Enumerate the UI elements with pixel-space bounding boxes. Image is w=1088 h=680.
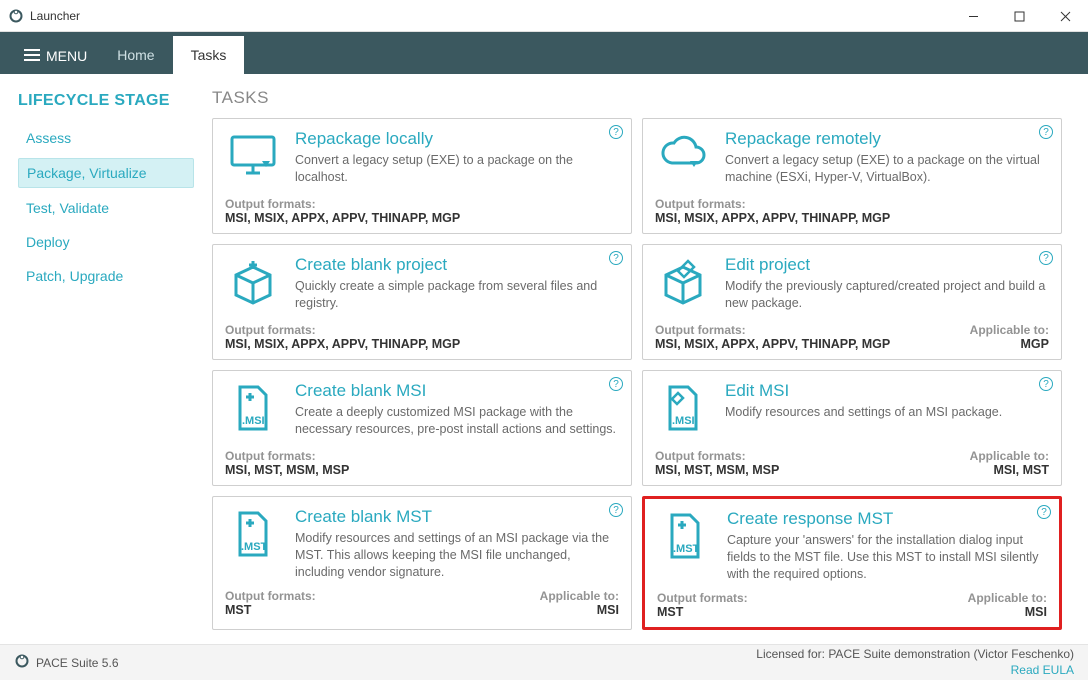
sidebar-item-patch-upgrade[interactable]: Patch, Upgrade [18, 262, 194, 290]
applicable-to-value: MSI [968, 605, 1047, 619]
applicable-to-value: MGP [970, 337, 1049, 351]
output-formats-label: Output formats: [225, 449, 349, 463]
help-icon[interactable]: ? [1039, 125, 1053, 139]
applicable-to-label: Applicable to: [970, 323, 1049, 337]
svg-text:.MSI: .MSI [242, 415, 265, 427]
topbar: MENU Home Tasks [0, 32, 1088, 74]
applicable-to-value: MSI, MST [970, 463, 1049, 477]
card-title: Create response MST [727, 509, 1047, 529]
titlebar: Launcher [0, 0, 1088, 32]
cloud-icon [655, 129, 711, 189]
sidebar-item-assess[interactable]: Assess [18, 124, 194, 152]
card-create-response-mst[interactable]: ? .MST Create response MST Capture your … [642, 496, 1062, 630]
card-desc: Create a deeply customized MSI package w… [295, 404, 619, 438]
output-formats-value: MSI, MST, MSM, MSP [655, 463, 779, 477]
svg-text:.MST: .MST [673, 543, 700, 555]
cards-grid: ? Repackage locally Convert a legacy set… [212, 118, 1062, 630]
card-desc: Modify resources and settings of an MSI … [295, 530, 619, 581]
sidebar-item-package-virtualize[interactable]: Package, Virtualize [18, 158, 194, 188]
card-title: Edit MSI [725, 381, 1002, 401]
close-button[interactable] [1042, 0, 1088, 32]
applicable-to-label: Applicable to: [970, 449, 1049, 463]
hamburger-icon [24, 48, 40, 64]
card-title: Repackage remotely [725, 129, 1049, 149]
help-icon[interactable]: ? [1039, 377, 1053, 391]
sidebar-item-deploy[interactable]: Deploy [18, 228, 194, 256]
output-formats-value: MST [225, 603, 316, 617]
maximize-button[interactable] [996, 0, 1042, 32]
content-heading: TASKS [212, 88, 1082, 108]
applicable-to-value: MSI [540, 603, 619, 617]
monitor-icon [225, 129, 281, 189]
help-icon[interactable]: ? [609, 251, 623, 265]
output-formats-value: MSI, MSIX, APPX, APPV, THINAPP, MGP [655, 211, 890, 225]
output-formats-label: Output formats: [655, 197, 890, 211]
sidebar-item-test-validate[interactable]: Test, Validate [18, 194, 194, 222]
card-desc: Modify the previously captured/created p… [725, 278, 1049, 312]
sidebar-heading: LIFECYCLE STAGE [18, 92, 194, 110]
card-desc: Capture your 'answers' for the installat… [727, 532, 1047, 583]
license-text: Licensed for: PACE Suite demonstration (… [756, 647, 1074, 663]
applicable-to-label: Applicable to: [540, 589, 619, 603]
output-formats-label: Output formats: [655, 449, 779, 463]
product-brand: PACE Suite 5.6 [14, 653, 119, 672]
output-formats-value: MST [657, 605, 748, 619]
menu-button[interactable]: MENU [12, 38, 99, 74]
file-msi-edit-icon: .MSI [655, 381, 711, 441]
card-desc: Modify resources and settings of an MSI … [725, 404, 1002, 421]
card-desc: Quickly create a simple package from sev… [295, 278, 619, 312]
card-title: Edit project [725, 255, 1049, 275]
help-icon[interactable]: ? [1037, 505, 1051, 519]
card-desc: Convert a legacy setup (EXE) to a packag… [725, 152, 1049, 186]
card-title: Create blank project [295, 255, 619, 275]
card-create-blank-mst[interactable]: ? .MST Create blank MST Modify resources… [212, 496, 632, 630]
card-desc: Convert a legacy setup (EXE) to a packag… [295, 152, 619, 186]
output-formats-value: MSI, MST, MSM, MSP [225, 463, 349, 477]
minimize-button[interactable] [950, 0, 996, 32]
output-formats-value: MSI, MSIX, APPX, APPV, THINAPP, MGP [225, 337, 460, 351]
svg-text:.MST: .MST [241, 541, 268, 553]
output-formats-label: Output formats: [657, 591, 748, 605]
file-msi-plus-icon: .MSI [225, 381, 281, 441]
card-title: Create blank MST [295, 507, 619, 527]
card-repackage-locally[interactable]: ? Repackage locally Convert a legacy set… [212, 118, 632, 234]
card-title: Create blank MSI [295, 381, 619, 401]
help-icon[interactable]: ? [609, 125, 623, 139]
card-title: Repackage locally [295, 129, 619, 149]
file-mst-plus-icon: .MST [225, 507, 281, 581]
window-title: Launcher [30, 9, 80, 23]
help-icon[interactable]: ? [609, 503, 623, 517]
help-icon[interactable]: ? [609, 377, 623, 391]
output-formats-label: Output formats: [225, 589, 316, 603]
output-formats-label: Output formats: [225, 197, 460, 211]
tab-tasks[interactable]: Tasks [173, 36, 245, 74]
svg-text:.MSI: .MSI [672, 415, 695, 427]
sidebar: LIFECYCLE STAGE Assess Package, Virtuali… [0, 74, 206, 644]
app-icon [14, 653, 30, 672]
menu-label: MENU [46, 48, 87, 64]
content: TASKS ? Repackage locally Convert a lega… [206, 74, 1088, 644]
card-create-blank-msi[interactable]: ? .MSI Create blank MSI Create a deeply … [212, 370, 632, 486]
help-icon[interactable]: ? [1039, 251, 1053, 265]
statusbar: PACE Suite 5.6 Licensed for: PACE Suite … [0, 644, 1088, 680]
card-edit-msi[interactable]: ? .MSI Edit MSI Modify resources and set… [642, 370, 1062, 486]
box-edit-icon [655, 255, 711, 315]
card-repackage-remotely[interactable]: ? Repackage remotely Convert a legacy se… [642, 118, 1062, 234]
output-formats-label: Output formats: [655, 323, 890, 337]
window-controls [950, 0, 1088, 32]
card-edit-project[interactable]: ? Edit project Modify the previously cap… [642, 244, 1062, 360]
box-plus-icon [225, 255, 281, 315]
main: LIFECYCLE STAGE Assess Package, Virtuali… [0, 74, 1088, 644]
cards-scroll[interactable]: ? Repackage locally Convert a legacy set… [206, 118, 1082, 644]
file-mst-plus-icon: .MST [657, 509, 713, 583]
card-create-blank-project[interactable]: ? Create blank project Quickly create a … [212, 244, 632, 360]
output-formats-value: MSI, MSIX, APPX, APPV, THINAPP, MGP [655, 337, 890, 351]
product-name: PACE Suite 5.6 [36, 656, 119, 670]
output-formats-value: MSI, MSIX, APPX, APPV, THINAPP, MGP [225, 211, 460, 225]
output-formats-label: Output formats: [225, 323, 460, 337]
app-icon [8, 8, 24, 24]
tab-home[interactable]: Home [99, 36, 172, 74]
read-eula-link[interactable]: Read EULA [1011, 663, 1074, 677]
applicable-to-label: Applicable to: [968, 591, 1047, 605]
